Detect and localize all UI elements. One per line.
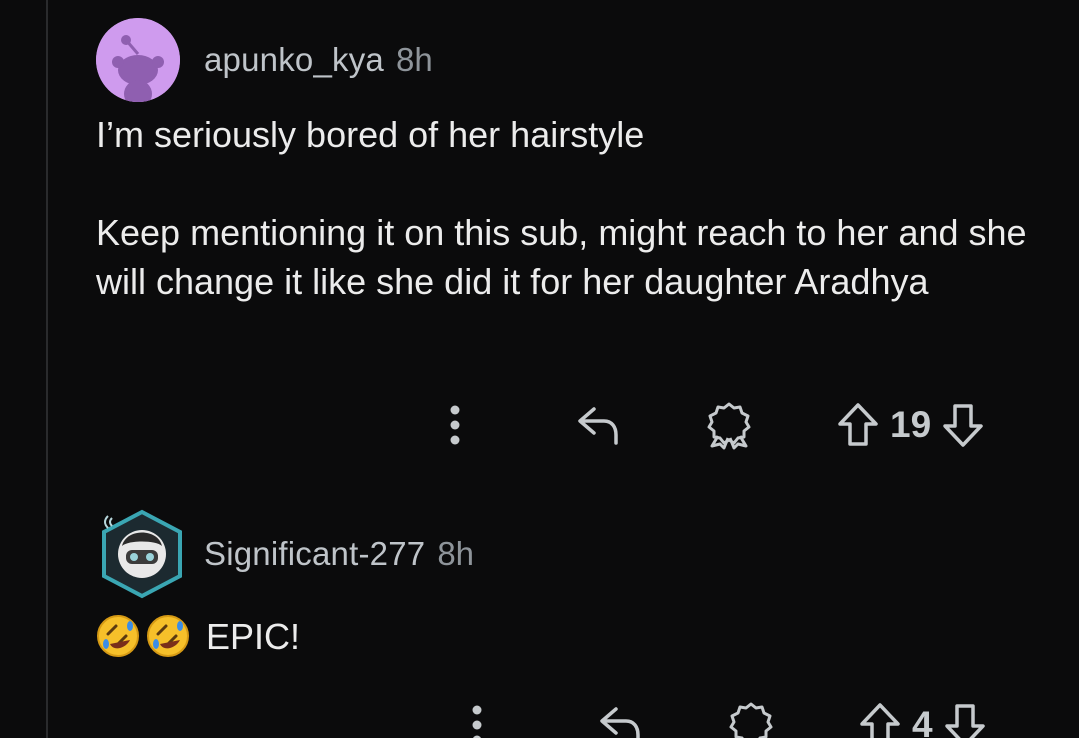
more-options-icon [450, 405, 460, 445]
comment-header: apunko_kya 8h [96, 18, 1039, 102]
reply-icon [600, 707, 640, 738]
downvote-button[interactable] [943, 702, 987, 738]
more-options-button[interactable] [440, 403, 470, 447]
rolling-on-floor-laughing-emoji [97, 615, 139, 657]
downvote-icon [943, 404, 983, 447]
comment-body: EPIC! [96, 610, 1039, 662]
downvote-icon [944, 704, 985, 738]
comment-text: Keep mentioning it on this sub, might re… [96, 212, 1027, 302]
reply-button[interactable] [574, 403, 622, 447]
upvote-icon [860, 703, 900, 738]
timestamp: 8h [395, 41, 433, 78]
upvote-button[interactable] [858, 702, 902, 738]
comment: apunko_kya 8h I’m seriously bored of her… [96, 18, 1039, 306]
upvote-button[interactable] [836, 402, 880, 448]
username[interactable]: apunko_kya [204, 41, 384, 79]
downvote-button[interactable] [941, 402, 985, 448]
snoo-avatar-icon [96, 18, 180, 102]
thread-line[interactable] [46, 0, 48, 738]
hexagon-avatar-icon [102, 509, 182, 599]
comment-header: Significant-277 8h [96, 506, 1039, 602]
comment-text: EPIC! [206, 615, 301, 657]
more-options-icon [472, 705, 482, 738]
rolling-on-floor-laughing-emoji [147, 615, 189, 657]
username[interactable]: Significant-277 [204, 535, 425, 573]
comment-actions: 19 [440, 400, 985, 450]
comment-actions: 4 [462, 700, 987, 738]
award-button[interactable] [704, 400, 754, 450]
reply-icon [578, 407, 618, 445]
award-icon [707, 402, 751, 450]
vote-count: 4 [912, 704, 933, 738]
comment: Significant-277 8h EPIC! [96, 506, 1039, 662]
avatar[interactable] [96, 18, 180, 102]
upvote-icon [838, 403, 878, 446]
vote-count: 19 [890, 404, 932, 445]
more-options-button[interactable] [462, 703, 492, 738]
award-icon [729, 702, 773, 738]
award-button[interactable] [726, 700, 776, 738]
avatar[interactable] [96, 506, 188, 602]
timestamp: 8h [437, 535, 475, 572]
comment-text: I’m seriously bored of her hairstyle [96, 114, 645, 155]
reply-button[interactable] [596, 703, 644, 738]
